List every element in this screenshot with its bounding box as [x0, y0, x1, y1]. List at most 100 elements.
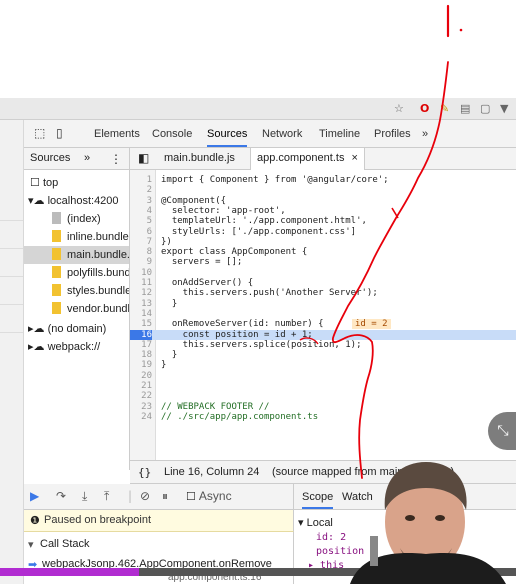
code-text: onRemoveServer(id: number) {	[161, 319, 324, 330]
cursor-position: Line 16, Column 24	[164, 466, 260, 478]
line-number[interactable]: 5	[130, 216, 152, 226]
tree-item-localhost[interactable]: ▾☁ localhost:4200	[24, 192, 129, 210]
line-number[interactable]: 9	[130, 257, 152, 267]
code-text: templateUrl: './app.component.html',	[161, 216, 367, 227]
line-number[interactable]: 18	[130, 350, 152, 360]
code-line: 10	[130, 268, 516, 278]
more-tabs-button[interactable]: »	[422, 128, 428, 140]
tree-item-index[interactable]: (index)	[24, 210, 129, 228]
code-line: 3 @Component({	[130, 196, 516, 206]
kebab-menu-icon[interactable]: ⋮	[110, 152, 122, 166]
tab-scope[interactable]: Scope	[302, 491, 334, 509]
menu-icon[interactable]: ▼	[500, 101, 508, 116]
cast-icon[interactable]: ▤	[460, 101, 470, 116]
line-number[interactable]: 24	[130, 412, 152, 422]
line-number[interactable]: 6	[130, 227, 152, 237]
line-number[interactable]: 17	[130, 340, 152, 350]
pencil-extension-icon[interactable]: ✎	[440, 101, 449, 116]
line-number[interactable]: 15	[130, 319, 152, 329]
tab-sources[interactable]: Sources	[207, 128, 248, 147]
line-number[interactable]: 3	[130, 196, 152, 206]
step-out-icon[interactable]: ⤒	[104, 489, 109, 504]
code-line: 20	[130, 371, 516, 381]
code-text: export class AppComponent {	[161, 247, 308, 258]
browser-toolbar: ☆ O ✎ ▤ ▢ ▼	[0, 98, 516, 120]
tab-profiles[interactable]: Profiles	[374, 128, 411, 140]
code-text: // ./src/app/app.component.ts	[161, 411, 319, 422]
tree-item-label: (index)	[67, 213, 101, 225]
device-icon[interactable]: ▯	[56, 126, 63, 140]
resume-icon[interactable]: ▶	[30, 489, 39, 503]
tab-console[interactable]: Console	[152, 128, 192, 140]
star-icon[interactable]: ☆	[394, 101, 404, 116]
tree-item-inline-bundle[interactable]: inline.bundle.js	[24, 228, 129, 246]
editor-tab-main-bundle[interactable]: main.bundle.js	[164, 152, 235, 164]
line-number[interactable]: 2	[130, 185, 152, 195]
collapse-triangle-icon[interactable]: ▾	[28, 538, 34, 551]
step-into-icon[interactable]: ⤓	[82, 489, 87, 504]
tree-item-polyfills-bundle[interactable]: polyfills.bundle.js	[24, 264, 130, 282]
toggle-navigator-icon[interactable]: ◧	[138, 151, 149, 165]
tree-item-top[interactable]: ☐ top	[24, 174, 129, 192]
tree-item-webpack[interactable]: ▸☁ webpack://	[24, 338, 129, 356]
navigator-sources-tab[interactable]: Sources	[30, 152, 70, 164]
tree-item-styles-bundle[interactable]: styles.bundle.js	[24, 282, 129, 300]
call-stack-title[interactable]: Call Stack	[40, 538, 90, 550]
editor-tab-bar: ◧ main.bundle.js app.component.ts ×	[130, 148, 516, 170]
line-number[interactable]: 12	[130, 288, 152, 298]
inspect-icon[interactable]: ⬚	[34, 126, 45, 140]
tree-item-main-bundle[interactable]: main.bundle.js	[24, 246, 130, 264]
code-line: 18 }	[130, 350, 516, 360]
tree-item-label: top	[42, 177, 59, 189]
tab-network[interactable]: Network	[262, 128, 302, 140]
line-number[interactable]: 11	[130, 278, 152, 288]
window-icon[interactable]: ▢	[480, 101, 490, 116]
tree-item-no-domain[interactable]: ▸☁ (no domain)	[24, 320, 129, 338]
document-icon	[52, 212, 61, 224]
scope-local-toggle[interactable]: ▾ Local	[298, 516, 333, 529]
navigator-header: Sources » ⋮	[24, 148, 130, 170]
line-number[interactable]: 19	[130, 360, 152, 370]
line-number[interactable]: 21	[130, 381, 152, 391]
deactivate-breakpoints-icon[interactable]: ⊘	[140, 489, 150, 503]
navigator-more-button[interactable]: »	[84, 152, 90, 164]
tab-elements[interactable]: Elements	[94, 128, 140, 140]
line-number[interactable]: 1	[130, 175, 152, 185]
line-number[interactable]: 8	[130, 247, 152, 257]
code-text: }	[161, 360, 167, 371]
js-file-icon	[52, 230, 61, 242]
code-editor[interactable]: 1 import { Component } from '@angular/cor…	[130, 170, 516, 460]
tab-timeline[interactable]: Timeline	[319, 128, 360, 140]
info-icon: ❶	[30, 515, 40, 527]
call-stack-section: ▾ Call Stack ➡ webpackJsonp.462.AppCompo…	[24, 532, 294, 584]
video-progress-fill	[0, 568, 140, 576]
tree-item-label: vendor.bundle.js	[67, 303, 130, 315]
editor-tab-app-component[interactable]: app.component.ts ×	[250, 148, 365, 170]
step-over-icon[interactable]: ↷	[56, 489, 66, 503]
async-checkbox[interactable]: ☐ Async	[186, 489, 232, 503]
code-line: 12 this.servers.push('Another Server');	[130, 288, 516, 298]
code-line: 21	[130, 381, 516, 391]
code-line: 16 const position = id + 1;	[130, 329, 516, 340]
line-number[interactable]: 10	[130, 268, 152, 278]
line-number[interactable]: 14	[130, 309, 152, 319]
line-number[interactable]: 7	[130, 237, 152, 247]
close-icon[interactable]: ×	[352, 152, 358, 164]
tree-item-label: main.bundle.js	[67, 249, 130, 261]
cloud-icon: ☁	[33, 195, 45, 207]
line-number[interactable]: 13	[130, 299, 152, 309]
code-text: this.servers.splice(position, 1);	[161, 339, 362, 350]
line-number[interactable]: 20	[130, 371, 152, 381]
line-number[interactable]: 22	[130, 391, 152, 401]
opera-icon[interactable]: O	[420, 101, 429, 116]
code-text: onAddServer() {	[161, 278, 254, 288]
code-text: })	[161, 236, 172, 247]
tree-item-label: polyfills.bundle.js	[67, 267, 130, 279]
js-file-icon	[52, 302, 61, 314]
breakpoint-marker[interactable]: 16	[130, 329, 152, 340]
pretty-print-button[interactable]: {}	[138, 466, 151, 479]
tree-item-vendor-bundle[interactable]: vendor.bundle.js	[24, 300, 130, 318]
line-number[interactable]: 23	[130, 402, 152, 412]
line-number[interactable]: 4	[130, 206, 152, 216]
pause-on-exceptions-icon[interactable]: ⏸	[162, 489, 168, 504]
